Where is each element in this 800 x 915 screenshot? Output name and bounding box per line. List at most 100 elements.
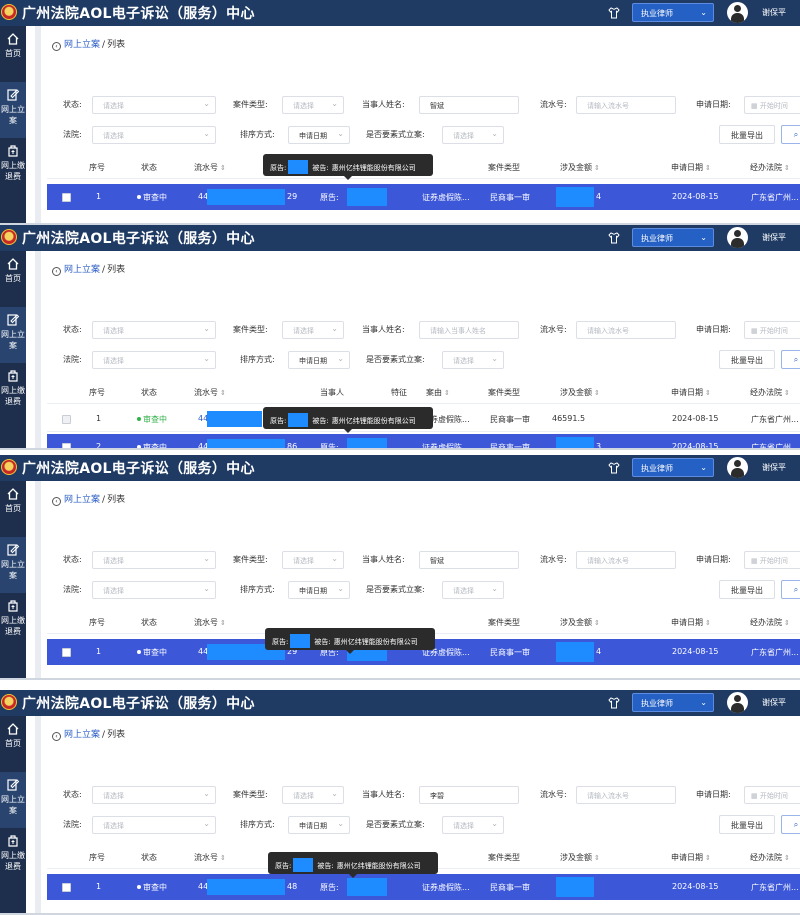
col-header-amount[interactable]: 涉及金额 ⇕ — [560, 162, 600, 173]
avatar[interactable] — [727, 2, 748, 23]
col-header-amount[interactable]: 涉及金额 ⇕ — [560, 387, 600, 398]
case-type-select[interactable]: 请选择 ⌄ — [282, 786, 344, 804]
status-select[interactable]: 请选择 ⌄ — [92, 321, 216, 339]
sort-icon[interactable]: ⇕ — [784, 854, 790, 862]
row-checkbox[interactable] — [62, 883, 71, 892]
sidebar-item-payment[interactable]: 网上缴退费 — [0, 593, 26, 649]
batch-export-button[interactable]: 批量导出 — [719, 815, 775, 834]
col-header-serial[interactable]: 流水号 ⇕ — [194, 617, 226, 628]
row-checkbox[interactable] — [62, 443, 71, 448]
back-circle-icon[interactable]: ‹ — [52, 42, 61, 51]
sort-icon[interactable]: ⇕ — [594, 164, 600, 172]
sidebar-item-payment[interactable]: 网上缴退费 — [0, 828, 26, 884]
expedited-select[interactable]: 请选择 ⌄ — [442, 126, 504, 144]
sort-icon[interactable]: ⇕ — [784, 389, 790, 397]
breadcrumb-link[interactable]: 网上立案 — [64, 265, 100, 275]
sort-icon[interactable]: ⇕ — [594, 619, 600, 627]
col-header-case-type[interactable]: 案件类型 — [488, 387, 520, 398]
status-select[interactable]: 请选择 ⌄ — [92, 786, 216, 804]
sort-icon[interactable]: ⇕ — [705, 389, 711, 397]
row-checkbox[interactable] — [62, 648, 71, 657]
breadcrumb-link[interactable]: 网上立案 — [64, 730, 100, 740]
case-type-select[interactable]: 请选择 ⌄ — [282, 96, 344, 114]
sort-icon[interactable]: ⇕ — [784, 164, 790, 172]
col-header-serial[interactable]: 流水号 ⇕ — [194, 387, 226, 398]
sort-icon[interactable]: ⇕ — [220, 619, 226, 627]
col-header-status[interactable]: 状态 — [141, 617, 157, 628]
sort-icon[interactable]: ⇕ — [705, 854, 711, 862]
serial-input[interactable]: 请输入流水号 — [576, 96, 676, 114]
serial-input[interactable]: 请输入流水号 — [576, 551, 676, 569]
col-header-case-type[interactable]: 案件类型 — [488, 617, 520, 628]
avatar[interactable] — [727, 227, 748, 248]
sidebar-item-home[interactable]: 首页 — [0, 26, 26, 82]
sidebar-item-edit[interactable]: 网上立案 — [0, 82, 26, 138]
row-checkbox[interactable] — [62, 415, 71, 424]
col-header-apply-date[interactable]: 申请日期 ⇕ — [671, 617, 711, 628]
col-header-case-type[interactable]: 案件类型 — [488, 162, 520, 173]
breadcrumb-link[interactable]: 网上立案 — [64, 40, 100, 50]
shirt-icon[interactable] — [608, 232, 620, 244]
court-select[interactable]: 请选择 ⌄ — [92, 126, 216, 144]
status-select[interactable]: 请选择 ⌄ — [92, 551, 216, 569]
avatar[interactable] — [727, 692, 748, 713]
apply-date-range[interactable]: ▦ 开始时间 — [744, 321, 800, 339]
sort-icon[interactable]: ⇕ — [705, 619, 711, 627]
expedited-select[interactable]: 请选择 ⌄ — [442, 351, 504, 369]
sidebar-item-edit[interactable]: 网上立案 — [0, 537, 26, 593]
role-select[interactable]: 执业律师 ⌄ — [632, 693, 714, 712]
col-header-status[interactable]: 状态 — [141, 387, 157, 398]
col-header-status[interactable]: 状态 — [141, 162, 157, 173]
col-header-serial[interactable]: 流水号 ⇕ — [194, 162, 226, 173]
sidebar-item-payment[interactable]: 网上缴退费 — [0, 138, 26, 194]
sort-icon[interactable]: ⇕ — [220, 164, 226, 172]
col-header-feature[interactable]: 特征 — [391, 387, 407, 398]
search-button[interactable]: ⌕ — [781, 580, 800, 599]
apply-date-range[interactable]: ▦ 开始时间 — [744, 96, 800, 114]
sort-select[interactable]: 申请日期 ⌄ — [288, 581, 350, 599]
back-circle-icon[interactable]: ‹ — [52, 497, 61, 506]
sort-icon[interactable]: ⇕ — [594, 854, 600, 862]
user-name[interactable]: 谢保平 — [762, 232, 786, 243]
sidebar-item-edit[interactable]: 网上立案 — [0, 307, 26, 363]
shirt-icon[interactable] — [608, 697, 620, 709]
col-header-case-type[interactable]: 案件类型 — [488, 852, 520, 863]
col-header-amount[interactable]: 涉及金额 ⇕ — [560, 852, 600, 863]
case-type-select[interactable]: 请选择 ⌄ — [282, 321, 344, 339]
party-name-input[interactable]: 李碧 — [419, 786, 519, 804]
sort-select[interactable]: 申请日期 ⌄ — [288, 126, 350, 144]
sort-select[interactable]: 申请日期 ⌄ — [288, 816, 350, 834]
batch-export-button[interactable]: 批量导出 — [719, 580, 775, 599]
col-header-cause[interactable]: 案由 ⇕ — [426, 387, 450, 398]
party-name-input[interactable]: 智斌 — [419, 551, 519, 569]
sidebar-item-home[interactable]: 首页 — [0, 481, 26, 537]
shirt-icon[interactable] — [608, 462, 620, 474]
col-header-apply-date[interactable]: 申请日期 ⇕ — [671, 387, 711, 398]
scrollbar[interactable] — [35, 716, 41, 913]
case-type-select[interactable]: 请选择 ⌄ — [282, 551, 344, 569]
breadcrumb-link[interactable]: 网上立案 — [64, 495, 100, 505]
row-checkbox[interactable] — [62, 193, 71, 202]
role-select[interactable]: 执业律师 ⌄ — [632, 458, 714, 477]
search-button[interactable]: ⌕ — [781, 125, 800, 144]
col-header-amount[interactable]: 涉及金额 ⇕ — [560, 617, 600, 628]
scrollbar[interactable] — [35, 26, 41, 223]
serial-input[interactable]: 请输入流水号 — [576, 321, 676, 339]
shirt-icon[interactable] — [608, 7, 620, 19]
sidebar-item-payment[interactable]: 网上缴退费 — [0, 363, 26, 419]
batch-export-button[interactable]: 批量导出 — [719, 350, 775, 369]
sort-select[interactable]: 申请日期 ⌄ — [288, 351, 350, 369]
serial-input[interactable]: 请输入流水号 — [576, 786, 676, 804]
role-select[interactable]: 执业律师 ⌄ — [632, 3, 714, 22]
col-header-party[interactable]: 当事人 — [320, 387, 344, 398]
court-select[interactable]: 请选择 ⌄ — [92, 351, 216, 369]
back-circle-icon[interactable]: ‹ — [52, 732, 61, 741]
sort-icon[interactable]: ⇕ — [444, 389, 450, 397]
user-name[interactable]: 谢保平 — [762, 7, 786, 18]
col-header-apply-date[interactable]: 申请日期 ⇕ — [671, 162, 711, 173]
status-select[interactable]: 请选择 ⌄ — [92, 96, 216, 114]
user-name[interactable]: 谢保平 — [762, 462, 786, 473]
sort-icon[interactable]: ⇕ — [594, 389, 600, 397]
sort-icon[interactable]: ⇕ — [705, 164, 711, 172]
search-button[interactable]: ⌕ — [781, 350, 800, 369]
